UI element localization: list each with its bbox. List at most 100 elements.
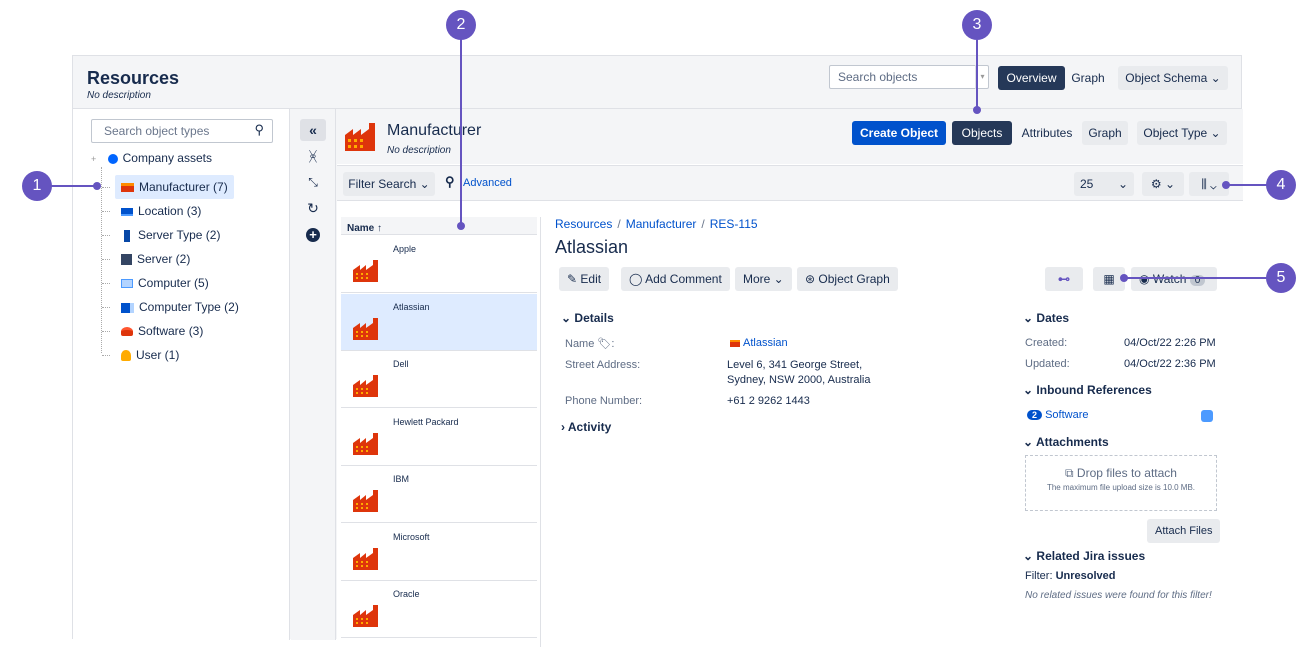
sidebar-item-software[interactable]: Software (3) — [115, 319, 209, 343]
field-value-name[interactable]: Atlassian — [730, 337, 788, 349]
file-drop-zone[interactable]: ⧉ Drop files to attach The maximum file … — [1025, 455, 1217, 511]
list-item[interactable]: Dell — [341, 351, 537, 408]
settings-dropdown[interactable]: ⚙ ⌄ — [1142, 172, 1184, 196]
chevron-down-icon: ⌄ — [1023, 311, 1034, 325]
list-item[interactable]: Oracle — [341, 581, 537, 638]
related-jira-issues-toggle[interactable]: ⌄ Related Jira issues — [1023, 549, 1145, 563]
factory-icon — [353, 605, 378, 627]
add-comment-button[interactable]: ◯ Add Comment — [621, 267, 730, 291]
collapse-panel-icon[interactable]: « — [300, 119, 326, 141]
breadcrumb: Resources / Manufacturer / RES-115 — [555, 217, 758, 231]
tab-overview[interactable]: Overview — [998, 66, 1065, 90]
breadcrumb-manufacturer[interactable]: Manufacturer — [626, 217, 697, 231]
list-item-name: IBM — [393, 474, 410, 484]
app-frame: Resources No description Search objects … — [72, 55, 1243, 647]
field-value-address-line2: Sydney, NSW 2000, Australia — [727, 374, 871, 386]
field-value-phone: +61 2 9262 1443 — [727, 395, 810, 407]
object-type-main: Manufacturer No description Create Objec… — [337, 109, 1243, 647]
sidebar-item-computer[interactable]: Computer (5) — [115, 271, 215, 295]
updated-label: Updated: — [1025, 358, 1070, 370]
created-value: 04/Oct/22 2:26 PM — [1124, 337, 1216, 349]
sidebar-item-location[interactable]: Location (3) — [115, 199, 207, 223]
refresh-icon[interactable]: ↻ — [300, 197, 326, 219]
sidebar-item-server[interactable]: Server (2) — [115, 247, 196, 271]
tab-attributes[interactable]: Attributes — [1014, 121, 1080, 145]
server-type-icon — [124, 229, 130, 242]
factory-icon — [353, 547, 378, 570]
sidebar-item-server-type[interactable]: Server Type (2) — [115, 223, 226, 247]
chevron-down-icon: ⌄ — [1117, 177, 1128, 191]
object-title: Atlassian — [555, 237, 629, 257]
callout-4: 4 — [1266, 170, 1296, 200]
tab-objects[interactable]: Objects — [952, 121, 1012, 145]
field-label-name: Name 🏷: — [565, 338, 615, 350]
search-object-types-input[interactable]: Search object types ⚲ — [91, 119, 273, 143]
dates-section-toggle[interactable]: ⌄ Dates — [1023, 311, 1069, 325]
list-item[interactable]: IBM — [341, 466, 537, 523]
list-item-name: Oracle — [393, 589, 420, 599]
field-label-phone: Phone Number: — [565, 395, 643, 407]
breadcrumb-resources[interactable]: Resources — [555, 217, 612, 231]
pencil-icon: ✎ — [567, 272, 578, 286]
jira-filter: Filter: Unresolved — [1025, 570, 1116, 582]
minimize-icon[interactable]: ⤡ — [300, 171, 326, 193]
computer-icon — [121, 279, 133, 289]
object-detail: Resources / Manufacturer / RES-115 Atlassian… — [555, 217, 1245, 647]
factory-icon — [353, 375, 378, 397]
tree-root[interactable]: + Company assets — [91, 151, 212, 165]
object-type-title: Manufacturer — [387, 122, 482, 139]
tree-toolbar: « ᚸ ⤡ ↻ + — [291, 109, 336, 640]
chevron-down-icon: ⌄ — [1023, 549, 1034, 563]
object-list: Name ↑ Apple Atlassian Dell Hewlett Packard… — [341, 217, 541, 647]
no-issues-message: No related issues were found for this fi… — [1025, 590, 1212, 601]
object-schema-dropdown[interactable]: Object Schema ⌄ — [1118, 66, 1228, 90]
list-item-name: Atlassian — [393, 301, 430, 312]
edit-button[interactable]: ✎ Edit — [559, 267, 610, 291]
list-item[interactable]: Microsoft — [341, 524, 537, 581]
hierarchy-icon[interactable]: ᚸ — [300, 145, 326, 167]
link-icon[interactable]: ⊷ — [1045, 267, 1083, 291]
upload-limit-text: The maximum file upload size is 10.0 MB. — [1046, 483, 1196, 492]
created-label: Created: — [1025, 337, 1068, 349]
tab-graph[interactable]: Graph — [1066, 66, 1110, 90]
list-header-name[interactable]: Name ↑ — [341, 217, 537, 235]
computer-type-icon — [121, 302, 134, 313]
list-item[interactable]: Atlassian — [341, 293, 537, 351]
add-icon[interactable]: + — [300, 223, 326, 245]
inbound-references-toggle[interactable]: ⌄ Inbound References — [1023, 383, 1152, 397]
details-section-toggle[interactable]: ⌄ Details — [561, 311, 614, 325]
sidebar-item-manufacturer[interactable]: Manufacturer (7) — [115, 175, 234, 199]
callout-2: 2 — [446, 10, 476, 40]
attachments-toggle[interactable]: ⌄ Attachments — [1023, 435, 1109, 449]
gear-icon: ⚙ — [1150, 177, 1162, 191]
activity-section-toggle[interactable]: › Activity — [561, 420, 611, 434]
search-icon[interactable]: ⚲ — [445, 174, 455, 190]
object-graph-button[interactable]: ⊛ Object Graph — [797, 267, 898, 291]
updated-value: 04/Oct/22 2:36 PM — [1124, 358, 1216, 370]
filter-search-dropdown[interactable]: Filter Search ⌄ — [343, 172, 435, 196]
inbound-reference-item[interactable]: 2 Software — [1027, 409, 1089, 421]
search-objects-input[interactable]: Search objects — [829, 65, 989, 89]
breadcrumb-key[interactable]: RES-115 — [710, 217, 758, 231]
factory-icon — [353, 432, 378, 455]
more-dropdown[interactable]: More ⌄ — [735, 267, 792, 291]
page-size-select[interactable]: 25 ⌄ — [1074, 172, 1134, 196]
attach-files-button[interactable]: Attach Files — [1147, 519, 1221, 543]
schema-header: Resources No description Search objects … — [73, 56, 1241, 109]
sidebar-item-computer-type[interactable]: Computer Type (2) — [115, 295, 245, 319]
watch-button[interactable]: ◉ Watch 0 — [1131, 267, 1217, 291]
create-object-button[interactable]: Create Object — [852, 121, 946, 145]
advanced-search-link[interactable]: Advanced — [463, 177, 512, 189]
chevron-down-icon: ⌄ — [1023, 435, 1034, 449]
search-icon[interactable]: ⚲ — [254, 122, 264, 138]
collapse-icon[interactable]: + — [91, 154, 96, 164]
user-icon — [121, 350, 131, 362]
page-title: Resources — [87, 68, 180, 88]
object-type-dropdown[interactable]: Object Type ⌄ — [1137, 121, 1227, 145]
tab-graph-object[interactable]: Graph — [1082, 121, 1128, 145]
list-item[interactable]: Hewlett Packard — [341, 409, 537, 466]
company-assets-icon — [107, 153, 118, 164]
server-icon — [121, 254, 132, 266]
sidebar-item-user[interactable]: User (1) — [115, 343, 185, 367]
list-item[interactable]: Apple — [341, 236, 537, 293]
